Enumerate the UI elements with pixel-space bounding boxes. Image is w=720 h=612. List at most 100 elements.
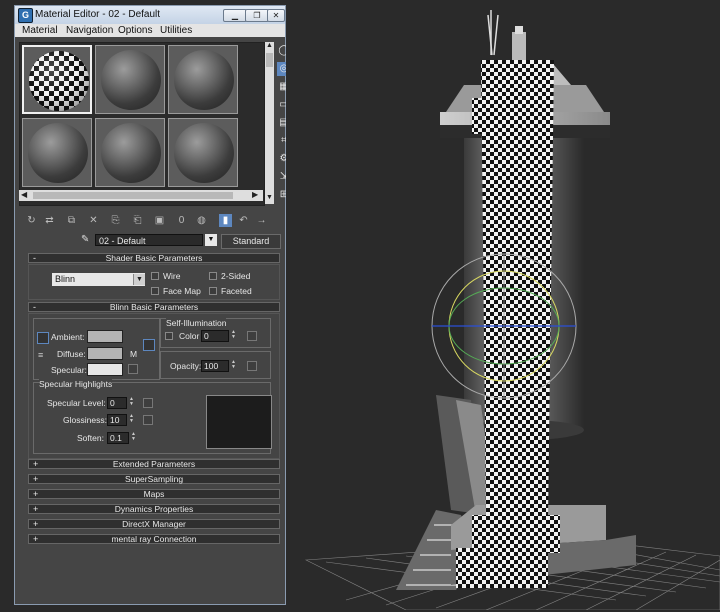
glossiness-spinner[interactable]: 10 [107,414,127,426]
spinner-arrows-icon[interactable]: ▲ ▼ [130,432,137,443]
rollout-blinn-basic[interactable]: - Blinn Basic Parameters [28,302,280,312]
sample-slot-1[interactable] [22,45,92,114]
menu-utilities[interactable]: Utilities [160,25,192,36]
menu-navigation[interactable]: Navigation [66,25,113,36]
eyedropper-icon[interactable]: ✎ [81,234,93,246]
slot-horizontal-scrollbar[interactable]: ◀ ▶ [19,190,263,201]
scroll-right-icon[interactable]: ▶ [252,190,258,199]
restore-icon: ❐ [253,11,261,20]
material-type-button[interactable]: Standard [221,234,281,249]
two-sided-checkbox[interactable] [209,272,217,280]
rollout-extended-parameters[interactable]: + Extended Parameters [28,459,280,469]
sphere-preview [28,123,88,183]
perspective-viewport[interactable] [286,0,720,611]
close-button[interactable]: ✕ [267,9,285,22]
soften-spinner[interactable]: 0.1 [107,432,129,444]
ambient-label: Ambient: [51,332,85,342]
assign-to-scene-icon[interactable]: ⇄ [43,214,56,227]
scroll-up-icon[interactable]: ▲ [266,42,273,49]
specular-label: Specular: [51,365,87,375]
menu-options[interactable]: Options [118,25,152,36]
assign-to-selection-icon[interactable]: ⧉ [65,214,78,227]
reset-map-icon[interactable]: ✕ [87,214,100,227]
spinner-arrows-icon[interactable]: ▲ ▼ [128,414,135,425]
sample-slot-5[interactable] [95,118,165,187]
soften-label: Soften: [77,433,104,443]
expand-sign: + [33,519,39,529]
specular-color-swatch[interactable] [87,363,123,376]
specular-level-map-button[interactable] [143,398,153,408]
get-material-icon[interactable]: ↻ [25,214,38,227]
make-unique-icon[interactable]: ⎗ [131,214,144,227]
vscroll-thumb[interactable] [266,53,273,67]
face-map-label: Face Map [163,286,201,296]
go-to-parent-icon[interactable]: ↶ [237,214,250,227]
rollout-maps[interactable]: + Maps [28,489,280,499]
rollout-shader-basic[interactable]: - Shader Basic Parameters [28,253,280,263]
shader-type-dropdown[interactable]: Blinn [52,273,145,286]
faceted-label: Faceted [221,286,252,296]
self-illum-color-checkbox[interactable] [165,332,173,340]
restore-button[interactable]: ❐ [245,9,269,22]
rollout-title: Extended Parameters [112,459,196,469]
glossiness-map-button[interactable] [143,415,153,425]
sample-slot-4[interactable] [22,118,92,187]
rollout-dynamics-properties[interactable]: + Dynamics Properties [28,504,280,514]
specular-level-spinner[interactable]: 0 [107,397,127,409]
put-to-library-icon[interactable]: ▣ [153,214,166,227]
lock-ambient-diffuse-button[interactable] [37,332,49,344]
material-name-field[interactable]: 02 - Default [95,234,203,246]
scroll-thumb[interactable] [33,192,233,199]
show-end-result-icon[interactable]: ▮ [219,214,232,227]
self-illum-color-label: Color [179,331,200,341]
title-bar[interactable]: G Material Editor - 02 - Default ▁ ❐ ✕ [15,6,285,24]
menu-material[interactable]: Material [22,25,58,36]
scroll-left-icon[interactable]: ◀ [21,190,27,199]
ambient-color-swatch[interactable] [87,330,123,343]
sphere-preview [101,123,161,183]
scroll-down-icon[interactable]: ▼ [266,194,273,201]
wire-checkbox[interactable] [151,272,159,280]
chevron-down-icon[interactable]: ▼ [205,234,217,246]
glossiness-label: Glossiness: [63,415,107,425]
rollout-mental-ray-connection[interactable]: + mental ray Connection [28,534,280,544]
self-illumination-title: Self-Illumination [166,318,227,328]
specular-map-button[interactable] [128,364,138,374]
lock-diffuse-specular-button[interactable] [143,339,155,351]
spinner-arrows-icon[interactable]: ▲ ▼ [128,397,135,408]
rollout-directx-manager[interactable]: + DirectX Manager [28,519,280,529]
rollout-title: Shader Basic Parameters [105,253,203,263]
expand-sign: + [33,534,39,544]
go-forward-sibling-icon[interactable]: → [255,214,268,227]
chevron-down-icon[interactable]: ▼ [133,274,145,285]
rollout-title: Dynamics Properties [114,504,194,514]
rollout-supersampling[interactable]: + SuperSampling [28,474,280,484]
minimize-icon: ▁ [231,11,239,20]
sample-slots [19,42,265,206]
rollout-title: Blinn Basic Parameters [109,302,199,312]
spinner-arrows-icon[interactable]: ▲ ▼ [230,330,237,341]
diffuse-map-button[interactable]: M [130,349,137,359]
sphere-preview [174,50,234,110]
face-map-checkbox[interactable] [151,287,159,295]
spinner-arrows-icon[interactable]: ▲ ▼ [230,360,237,371]
opacity-spinner[interactable]: 100 [201,360,229,372]
faceted-checkbox[interactable] [209,287,217,295]
sample-slot-3[interactable] [168,45,238,114]
expand-sign: + [33,459,39,469]
show-map-icon[interactable]: ◍ [195,214,208,227]
material-id-channel-icon[interactable]: 0 [175,214,188,227]
opacity-map-button[interactable] [247,361,257,371]
sample-slot-2[interactable] [95,45,165,114]
self-illum-map-button[interactable] [247,331,257,341]
specular-highlights-title: Specular Highlights [39,379,113,389]
lock-icon[interactable]: ≡ [38,350,43,360]
minimize-button[interactable]: ▁ [223,9,247,22]
sample-slot-6[interactable] [168,118,238,187]
make-copy-icon[interactable]: ⎘ [109,214,122,227]
collapse-sign: - [33,302,36,312]
diffuse-color-swatch[interactable] [87,347,123,360]
self-illum-spinner[interactable]: 0 [201,330,229,342]
slot-vertical-scrollbar[interactable]: ▲ ▼ [265,42,274,204]
material-toolbar: ↻ ⇄ ⧉ ✕ ⎘ ⎗ ▣ 0 ◍ ▮ ↶ → [21,214,283,230]
